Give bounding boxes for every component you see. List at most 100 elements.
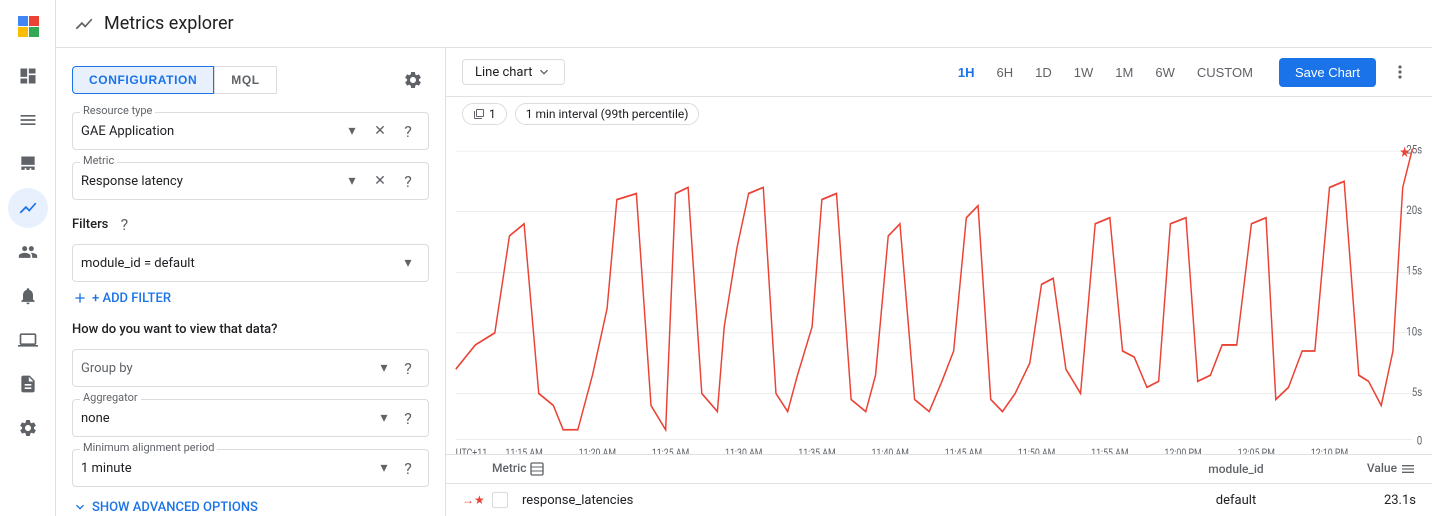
metric-value: Response latency [81,174,340,189]
tab-mql[interactable]: MQL [214,66,276,94]
data-table: Metric module_id Value →★ respo [446,454,1432,516]
time-btn-custom[interactable]: CUSTOM [1187,61,1263,84]
row-checkbox[interactable] [492,492,508,508]
group-by-help-icon[interactable]: ? [396,356,420,380]
aggregator-help-icon[interactable]: ? [396,406,420,430]
metric-name-value: response_latencies [522,493,633,508]
resource-type-dropdown-icon[interactable]: ▾ [340,119,364,143]
nav-people-icon[interactable] [8,232,48,272]
filter-dropdown-icon[interactable]: ▾ [396,251,420,275]
resource-type-label: Resource type [80,104,155,117]
svg-text:11:35 AM: 11:35 AM [798,448,835,454]
filters-header: Filters ? [72,212,429,236]
table-col-value-header: Value [1336,461,1416,477]
nav-settings-icon[interactable] [8,408,48,448]
time-buttons: 1H 6H 1D 1W 1M 6W CUSTOM [948,61,1263,84]
page-title: Metrics explorer [104,13,234,34]
svg-text:UTC+11: UTC+11 [456,448,487,454]
svg-text:11:15 AM: 11:15 AM [505,448,542,454]
legend-count: 1 [489,107,496,121]
time-btn-6w[interactable]: 6W [1145,61,1185,84]
resource-type-value: GAE Application [81,124,340,139]
main-content: Metrics explorer CONFIGURATION MQL Resou… [56,0,1432,516]
resource-type-help-icon[interactable]: ? [396,119,420,143]
value-col-label: Value [1367,461,1397,475]
tab-configuration[interactable]: CONFIGURATION [72,66,214,94]
alignment-help-icon[interactable]: ? [396,456,420,480]
metric-help-icon[interactable]: ? [396,169,420,193]
svg-text:11:25 AM: 11:25 AM [652,448,689,454]
app-logo [10,8,46,44]
svg-text:11:40 AM: 11:40 AM [871,448,908,454]
metrics-icon [72,12,96,36]
metric-clear-icon[interactable]: ✕ [368,169,392,193]
left-nav [0,0,56,516]
nav-bell-icon[interactable] [8,276,48,316]
group-by-field: Group by ▾ ? [72,349,429,387]
svg-text:12:10 PM: 12:10 PM [1311,448,1348,454]
table-header: Metric module_id Value [446,455,1432,484]
legend-interval-pill[interactable]: 1 min interval (99th percentile) [515,103,700,125]
group-by-placeholder: Group by [81,361,372,376]
nav-table-icon[interactable] [8,144,48,184]
filters-help-icon[interactable]: ? [112,212,136,236]
table-col-module-header: module_id [1136,462,1336,476]
filter-value: module_id = default [81,256,396,271]
nav-dashboard-icon[interactable] [8,56,48,96]
resource-type-select[interactable]: GAE Application ▾ ✕ ? [72,112,429,150]
svg-text:11:55 AM: 11:55 AM [1091,448,1128,454]
group-by-select[interactable]: Group by ▾ ? [72,349,429,387]
metric-label: Metric [80,154,117,167]
filters-label: Filters [72,217,108,232]
show-advanced-button[interactable]: SHOW ADVANCED OPTIONS [72,499,429,515]
filter-row: module_id = default ▾ [72,244,429,282]
settings-icon[interactable] [397,64,429,96]
legend-count-pill[interactable]: 1 [462,103,507,125]
svg-text:11:20 AM: 11:20 AM [579,448,616,454]
time-btn-1m[interactable]: 1M [1105,61,1143,84]
metric-icons: ▾ ✕ ? [340,169,420,193]
resource-type-clear-icon[interactable]: ✕ [368,119,392,143]
metric-select[interactable]: Response latency ▾ ✕ ? [72,162,429,200]
table-col-metric-header: Metric [492,461,1136,477]
nav-monitor-icon[interactable] [8,320,48,360]
chart-toolbar: Line chart 1H 6H 1D 1W 1M 6W CUSTOM Save… [446,48,1432,97]
save-chart-button[interactable]: Save Chart [1279,58,1376,87]
row-module-value: default [1136,493,1336,508]
show-advanced-label: SHOW ADVANCED OPTIONS [92,500,258,515]
header: Metrics explorer [56,0,1432,48]
svg-text:11:45 AM: 11:45 AM [945,448,982,454]
body-split: CONFIGURATION MQL Resource type GAE Appl… [56,48,1432,516]
metric-dropdown-icon[interactable]: ▾ [340,169,364,193]
time-btn-1d[interactable]: 1D [1025,61,1062,84]
alignment-dropdown-icon[interactable]: ▾ [372,456,396,480]
left-panel: CONFIGURATION MQL Resource type GAE Appl… [56,48,446,516]
alignment-label: Minimum alignment period [80,441,217,454]
svg-text:11:30 AM: 11:30 AM [725,448,762,454]
metric-field: Metric Response latency ▾ ✕ ? [72,162,429,200]
chart-svg: 25s 20s 15s 10s 5s 0 ★ [446,139,1432,454]
right-panel: Line chart 1H 6H 1D 1W 1M 6W CUSTOM Save… [446,48,1432,516]
aggregator-dropdown-icon[interactable]: ▾ [372,406,396,430]
add-filter-label: + ADD FILTER [92,291,171,306]
time-btn-1h[interactable]: 1H [948,61,985,84]
nav-list-icon[interactable] [8,100,48,140]
group-by-dropdown-icon[interactable]: ▾ [372,356,396,380]
chart-type-selector[interactable]: Line chart [462,59,565,85]
svg-text:0: 0 [1417,433,1422,447]
resource-type-icons: ▾ ✕ ? [340,119,420,143]
chart-type-label: Line chart [475,65,532,80]
time-btn-1w[interactable]: 1W [1064,61,1104,84]
add-filter-button[interactable]: + ADD FILTER [72,290,429,306]
metric-col-label: Metric [492,461,526,475]
nav-book-icon[interactable] [8,364,48,404]
more-options-button[interactable] [1384,56,1416,88]
tab-bar: CONFIGURATION MQL [72,64,429,96]
legend-interval-text: 1 min interval (99th percentile) [526,107,689,121]
aggregator-select[interactable]: none ▾ ? [72,399,429,437]
nav-chart-icon[interactable] [8,188,48,228]
row-metric-name: response_latencies [492,492,1136,508]
alignment-select[interactable]: 1 minute ▾ ? [72,449,429,487]
aggregator-field: Aggregator none ▾ ? [72,399,429,437]
time-btn-6h[interactable]: 6H [987,61,1024,84]
